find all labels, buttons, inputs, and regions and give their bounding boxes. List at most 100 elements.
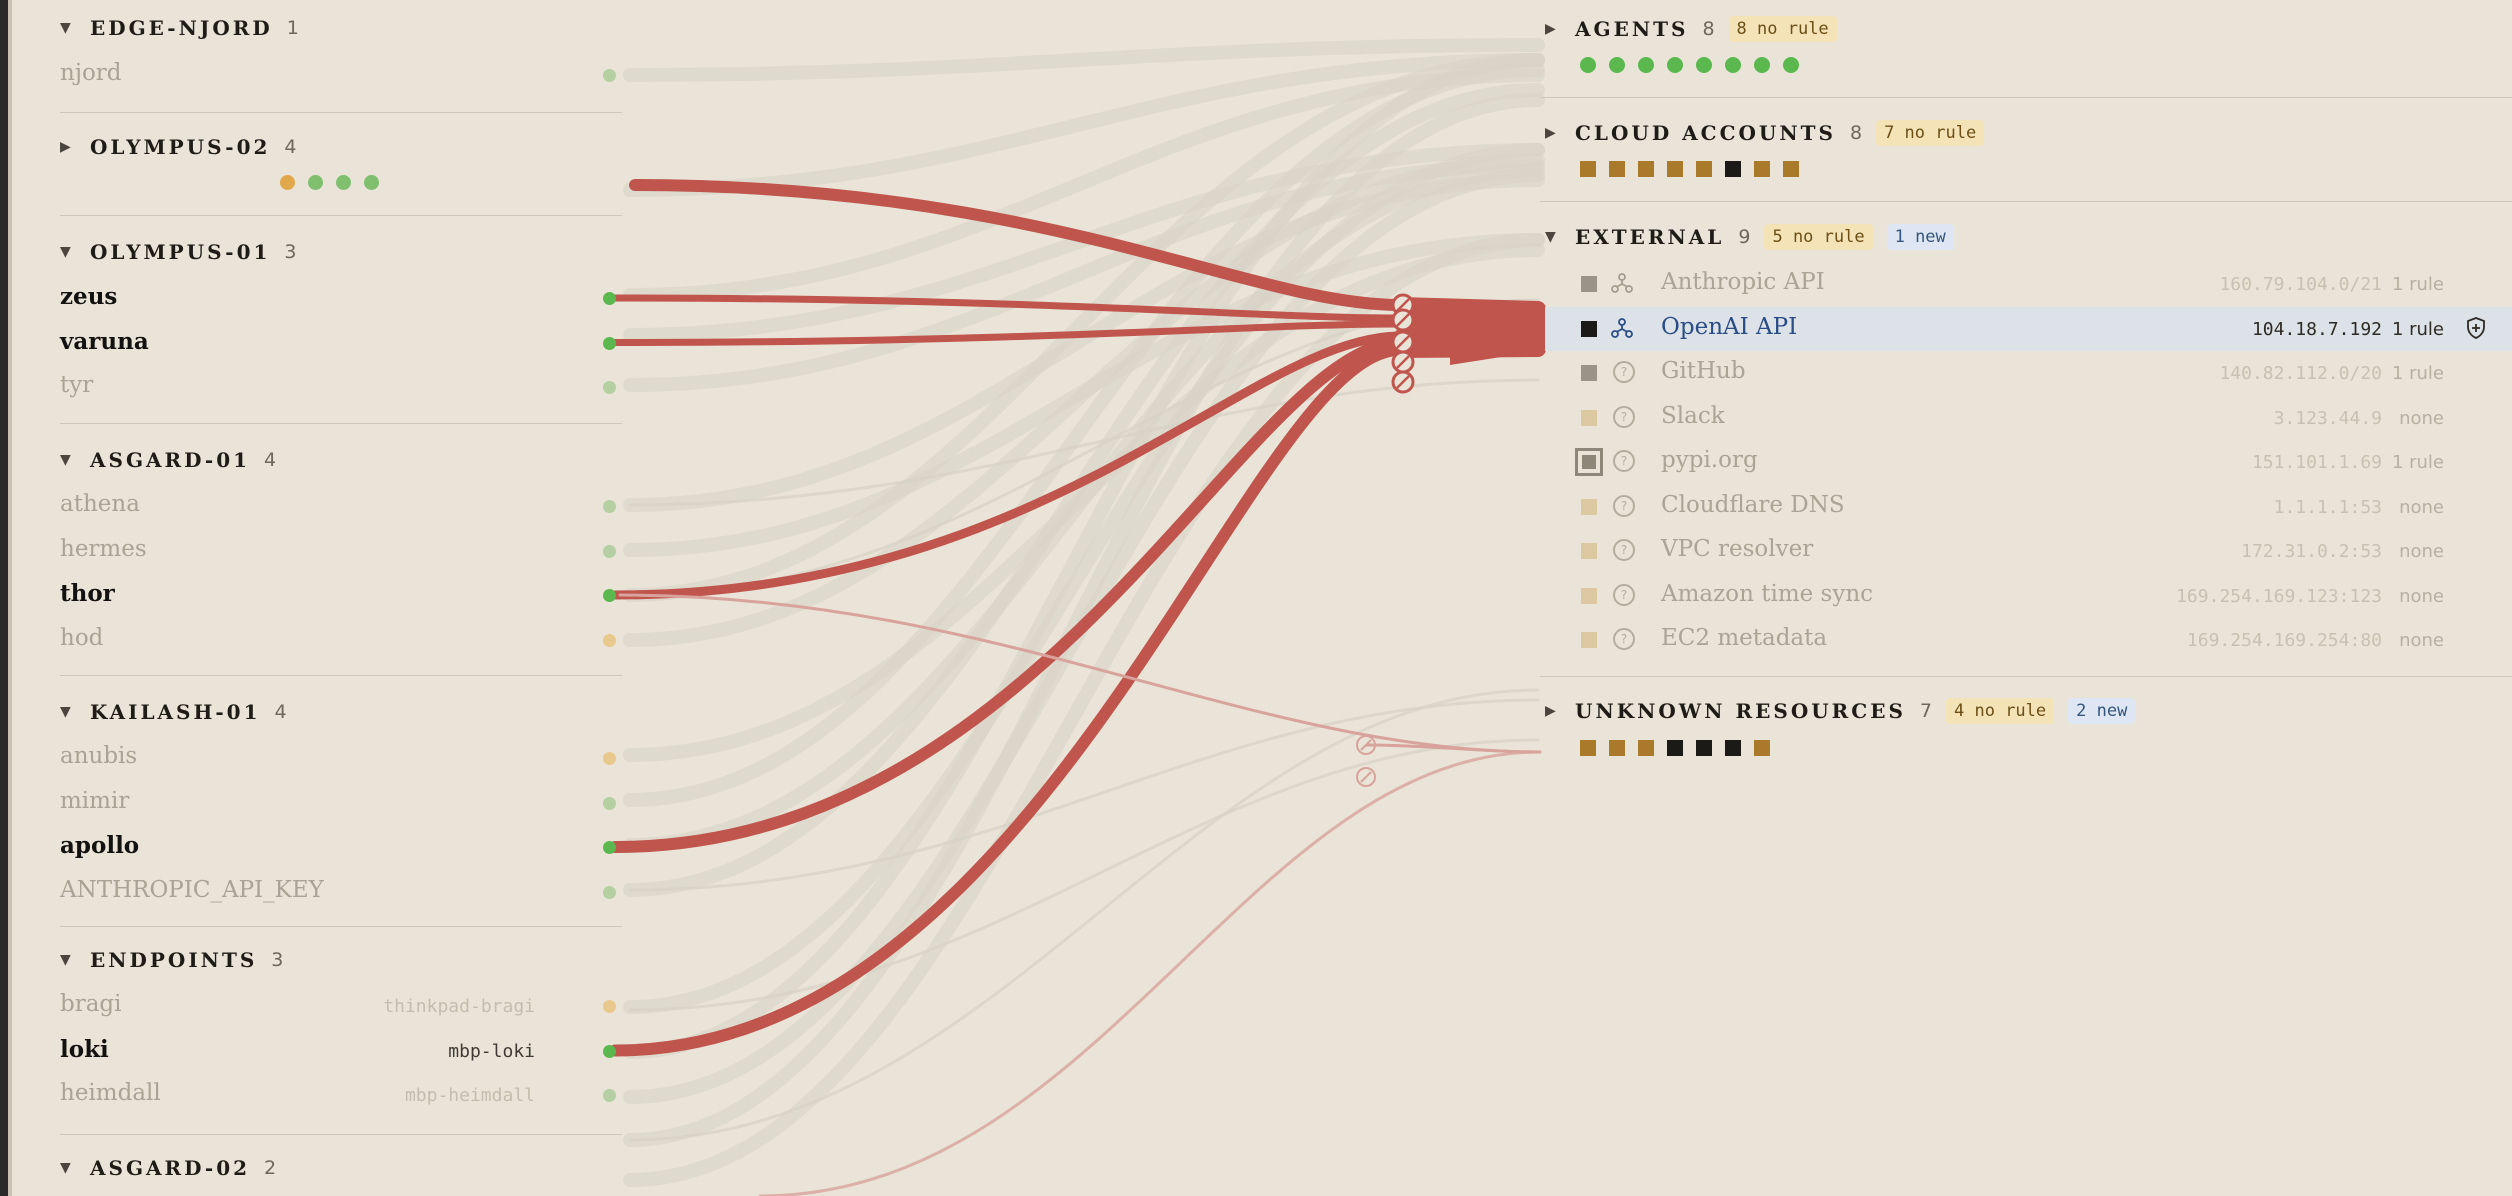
source-row-athena[interactable]: athena — [60, 485, 620, 525]
app: ▼ EDGE-NJORD 1 njord ▶ OLYMPUS-02 4 ▼ OLYMPUS-01… — [0, 0, 2512, 1196]
divider — [60, 675, 622, 676]
group-header-olympus-02[interactable]: ▶ OLYMPUS-02 4 — [60, 133, 297, 161]
status-swatch — [1581, 409, 1597, 426]
rule-count: none — [2399, 630, 2444, 651]
group-header-unknown-resources[interactable]: ▶ UNKNOWN RESOURCES 7 4 no rule 2 new — [1545, 696, 2136, 726]
status-swatch — [1581, 543, 1597, 559]
status-dot — [603, 841, 616, 854]
caret-down-icon: ▼ — [60, 20, 71, 36]
group-name: AGENTS — [1575, 17, 1689, 41]
divider — [1540, 201, 2512, 202]
new-badge: 1 new — [1886, 224, 1954, 250]
resource-name: Amazon time sync — [1661, 580, 1874, 607]
source-row-anthropic-api-key[interactable]: ANTHROPIC_API_KEY — [60, 871, 620, 911]
external-row-openai-api[interactable]: OpenAI API 104.18.7.192 1 rule — [1545, 306, 2512, 351]
status-swatch — [1725, 161, 1741, 177]
status-swatch — [1581, 498, 1597, 515]
group-count: 4 — [274, 701, 287, 723]
status-dot — [1638, 57, 1654, 73]
resource-name: pypi.org — [1661, 447, 1758, 473]
question-icon: ? — [1613, 539, 1635, 561]
group-header-asgard-02[interactable]: ▼ ASGARD-02 2 — [60, 1154, 276, 1182]
blocked-marker-icon[interactable] — [1391, 308, 1415, 332]
external-row-github[interactable]: ? GitHub 140.82.112.0/20 1 rule — [1545, 351, 2512, 395]
caret-down-icon: ▼ — [60, 952, 71, 968]
divider — [1540, 97, 2512, 98]
source-row-mimir[interactable]: mimir — [60, 782, 620, 822]
group-name: ENDPOINTS — [90, 948, 258, 972]
external-row-slack[interactable]: ? Slack 3.123.44.9 none — [1545, 396, 2512, 440]
source-name: thor — [60, 580, 115, 607]
rule-count: none — [2399, 496, 2444, 518]
caret-down-icon: ▼ — [60, 452, 71, 468]
source-row-tyr[interactable]: tyr — [60, 366, 620, 406]
source-row-hod[interactable]: hod — [60, 619, 620, 659]
collapsed-status-dots — [280, 175, 379, 190]
source-row-apollo[interactable]: apollo — [60, 826, 620, 866]
status-swatch — [1783, 161, 1799, 177]
source-row-hermes[interactable]: hermes — [60, 530, 620, 570]
source-row-bragi[interactable]: bragi thinkpad-bragi — [60, 985, 620, 1025]
blocked-marker-icon[interactable] — [1391, 350, 1415, 374]
caret-right-icon: ▶ — [60, 139, 71, 155]
external-row-anthropic-api[interactable]: Anthropic API 160.79.104.0/21 1 rule — [1545, 262, 2512, 306]
group-count: 9 — [1738, 226, 1751, 248]
status-swatch — [1667, 161, 1683, 177]
source-row-anubis[interactable]: anubis — [60, 737, 620, 777]
status-swatch — [1696, 740, 1712, 756]
group-header-cloud-accounts[interactable]: ▶ CLOUD ACCOUNTS 8 7 no rule — [1545, 118, 1985, 148]
external-row-cloudflare-dns[interactable]: ? Cloudflare DNS 1.1.1.1:53 none — [1545, 485, 2512, 529]
status-swatch — [1638, 740, 1654, 756]
source-row-njord[interactable]: njord — [60, 54, 620, 94]
blocked-marker-icon[interactable] — [1391, 370, 1415, 394]
source-name: zeus — [60, 283, 118, 310]
group-count: 1 — [286, 17, 299, 39]
group-count: 3 — [271, 949, 284, 971]
external-row-amazon-time-sync[interactable]: ? Amazon time sync 169.254.169.123:123 none — [1545, 574, 2512, 618]
source-row-varuna[interactable]: varuna — [60, 322, 620, 362]
status-swatch — [1609, 740, 1625, 756]
status-dot — [603, 336, 616, 350]
blocked-marker-icon[interactable] — [1356, 767, 1376, 787]
group-header-asgard-01[interactable]: ▼ ASGARD-01 4 — [60, 446, 276, 474]
group-name: UNKNOWN RESOURCES — [1575, 699, 1906, 723]
caret-down-icon: ▼ — [1545, 229, 1556, 245]
group-header-external[interactable]: ▼ EXTERNAL 9 5 no rule 1 new — [1545, 222, 1954, 252]
group-header-edge-njord[interactable]: ▼ EDGE-NJORD 1 — [60, 14, 299, 42]
resource-address: 169.254.169.254:80 — [2186, 630, 2382, 651]
group-count: 2 — [264, 1157, 277, 1179]
divider — [60, 926, 622, 927]
divider — [60, 423, 622, 424]
blocked-marker-icon[interactable] — [1391, 330, 1415, 354]
external-row-ec2-metadata[interactable]: ? EC2 metadata 169.254.169.254:80 none — [1545, 618, 2512, 662]
external-row-pypi-org[interactable]: ? pypi.org 151.101.1.69 1 rule — [1545, 440, 2512, 484]
status-dot — [1725, 57, 1741, 73]
status-dot — [308, 175, 323, 190]
status-dot — [1667, 57, 1683, 73]
source-row-loki[interactable]: loki mbp-loki — [60, 1030, 620, 1070]
caret-down-icon: ▼ — [60, 704, 71, 720]
group-header-agents[interactable]: ▶ AGENTS 8 8 no rule — [1545, 14, 1837, 44]
source-name: hermes — [60, 535, 147, 562]
group-header-endpoints[interactable]: ▼ ENDPOINTS 3 — [60, 946, 283, 974]
no-rule-badge: 7 no rule — [1876, 120, 1985, 146]
group-header-olympus-01[interactable]: ▼ OLYMPUS-01 3 — [60, 238, 297, 266]
shield-add-icon[interactable] — [2466, 316, 2486, 339]
status-dot — [1696, 57, 1712, 73]
resource-address: 160.79.104.0/21 — [2219, 274, 2382, 295]
rule-count: none — [2399, 407, 2444, 429]
source-row-heimdall[interactable]: heimdall mbp-heimdall — [60, 1074, 620, 1114]
source-name: loki — [60, 1035, 109, 1063]
cloud-swatches — [1580, 161, 1799, 177]
status-swatch — [1754, 161, 1770, 177]
resource-address: 104.18.7.192 — [2251, 318, 2382, 340]
external-row-vpc-resolver[interactable]: ? VPC resolver 172.31.0.2:53 none — [1545, 529, 2512, 573]
group-count: 4 — [284, 136, 297, 158]
rule-count: 1 rule — [2391, 363, 2444, 384]
source-name: heimdall — [60, 1080, 161, 1106]
divider — [60, 112, 622, 113]
source-row-zeus[interactable]: zeus — [60, 277, 620, 317]
group-header-kailash-01[interactable]: ▼ KAILASH-01 4 — [60, 698, 287, 726]
status-dot — [603, 589, 616, 602]
source-row-thor[interactable]: thor — [60, 574, 620, 614]
